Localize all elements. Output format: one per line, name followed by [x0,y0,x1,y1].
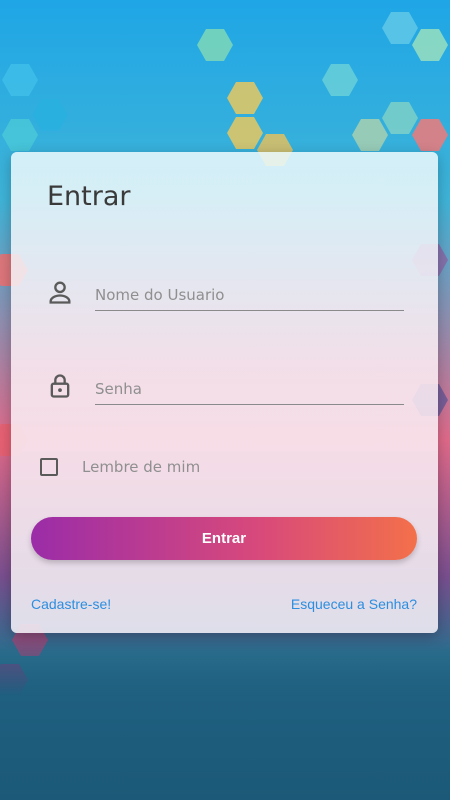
login-button[interactable]: Entrar [31,517,417,560]
username-input[interactable] [95,280,404,311]
person-icon [46,278,74,306]
lock-icon [46,372,74,400]
remember-checkbox[interactable] [40,458,58,476]
password-input[interactable] [95,374,404,405]
login-card: Entrar Lembre de mim Entrar Cadastre-se!… [11,152,438,633]
forgot-password-link[interactable]: Esqueceu a Senha? [291,596,417,612]
remember-label: Lembre de mim [82,458,201,476]
page-title: Entrar [47,181,131,212]
background-fade [0,640,450,800]
signup-link[interactable]: Cadastre-se! [31,596,111,612]
